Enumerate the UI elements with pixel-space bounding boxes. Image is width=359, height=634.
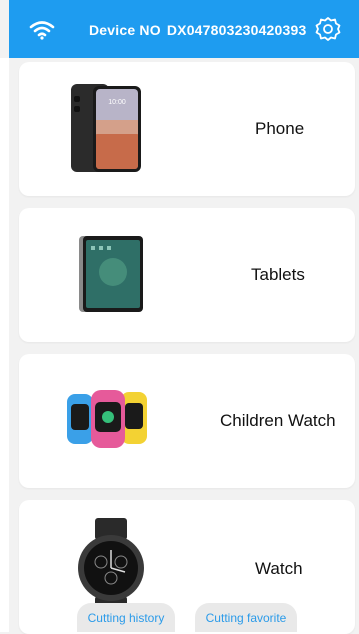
device-number-value: DX047803230420393 xyxy=(166,22,307,38)
tablet-image xyxy=(79,236,143,312)
left-edge xyxy=(0,58,9,632)
category-card-tablets[interactable]: Tablets xyxy=(19,208,355,342)
category-label-watch: Watch xyxy=(255,559,303,578)
children-watch-image xyxy=(67,390,147,448)
wifi-icon[interactable] xyxy=(29,20,55,40)
category-card-children-watch[interactable]: Children Watch xyxy=(19,354,355,488)
tab-cutting-history[interactable]: Cutting history xyxy=(77,603,175,632)
tab-cutting-favorite-label: Cutting favorite xyxy=(205,610,287,625)
tab-cutting-favorite[interactable]: Cutting favorite xyxy=(195,603,297,632)
category-label-phone: Phone xyxy=(255,119,305,138)
top-bar: Device NO DX047803230420393 xyxy=(9,0,359,58)
gear-icon[interactable] xyxy=(315,16,341,42)
category-label-children-watch: Children Watch xyxy=(220,411,336,430)
tab-cutting-history-label: Cutting history xyxy=(87,610,165,625)
svg-text:10:00: 10:00 xyxy=(108,99,126,106)
phone-image: 10:00 xyxy=(71,84,141,172)
app-frame: Device NO DX047803230420393 10:00 Phone xyxy=(9,0,359,634)
device-label: Device NO xyxy=(89,22,161,38)
category-label-tablets: Tablets xyxy=(251,265,305,284)
category-card-watch[interactable]: Watch xyxy=(19,500,355,634)
category-card-phone[interactable]: 10:00 Phone xyxy=(19,62,355,196)
device-number: Device NO DX047803230420393 xyxy=(89,22,306,38)
